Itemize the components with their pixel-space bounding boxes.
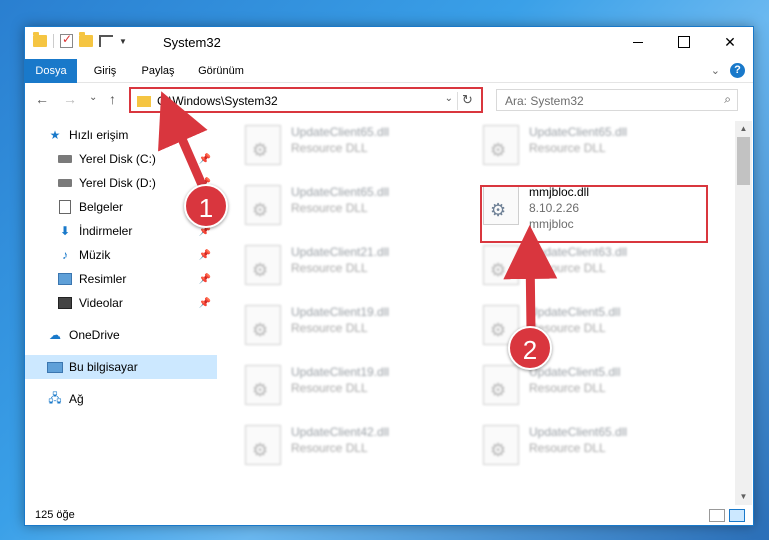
explorer-window: ▼ System32 ✕ Dosya Giriş Paylaş Görünüm … xyxy=(24,26,754,526)
file-item[interactable]: UpdateClient5.dll Resource DLL xyxy=(483,361,703,411)
file-item[interactable]: UpdateClient19.dll Resource DLL xyxy=(245,301,465,351)
sidebar-item-onedrive[interactable]: ☁ OneDrive xyxy=(25,323,217,347)
folder-icon xyxy=(137,96,151,107)
sidebar-item-videos[interactable]: Videolar 📌 xyxy=(25,291,217,315)
document-icon xyxy=(59,200,71,214)
pin-icon: 📌 xyxy=(198,153,211,165)
navigation-bar: ← → ⌄ ↑ C:\Windows\System32 ⌄ ↻ Ara: Sys… xyxy=(25,85,753,115)
pin-icon: 📌 xyxy=(198,273,211,285)
pin-icon: 📌 xyxy=(198,297,211,309)
file-item[interactable]: UpdateClient65.dll Resource DLL xyxy=(483,421,703,471)
close-icon: ✕ xyxy=(724,33,736,50)
picture-icon xyxy=(58,273,72,285)
navigation-pane: ★ Hızlı erişim Yerel Disk (C:) 📌 Yerel D… xyxy=(25,123,217,503)
dll-file-icon xyxy=(483,365,519,405)
sidebar-item-this-pc[interactable]: Bu bilgisayar xyxy=(25,355,217,379)
window-title: System32 xyxy=(163,35,221,50)
tiles-view-icon[interactable] xyxy=(729,509,745,522)
address-path: C:\Windows\System32 xyxy=(157,94,278,108)
sidebar-item-music[interactable]: ♪ Müzik 📌 xyxy=(25,243,217,267)
dll-file-icon xyxy=(245,365,281,405)
folder-icon xyxy=(33,32,47,47)
file-item[interactable]: UpdateClient65.dll Resource DLL xyxy=(245,121,465,171)
quick-access-toolbar: ▼ xyxy=(33,32,127,48)
status-bar: 125 öğe xyxy=(25,505,753,527)
close-button[interactable]: ✕ xyxy=(707,27,753,57)
dll-file-icon xyxy=(483,425,519,465)
tab-share[interactable]: Paylaş xyxy=(135,59,181,83)
sidebar-item-pictures[interactable]: Resimler 📌 xyxy=(25,267,217,291)
list-icon[interactable] xyxy=(99,35,113,47)
file-item[interactable]: UpdateClient42.dll Resource DLL xyxy=(245,421,465,471)
title-bar: ▼ System32 ✕ xyxy=(25,27,753,59)
ribbon: Dosya Giriş Paylaş Görünüm ⌄ ? xyxy=(25,59,753,83)
network-icon: 🖧 xyxy=(48,390,62,405)
dll-file-icon xyxy=(483,245,519,285)
maximize-button[interactable] xyxy=(661,27,707,57)
cloud-icon: ☁ xyxy=(49,328,61,342)
star-icon: ★ xyxy=(49,128,61,142)
disk-icon xyxy=(58,155,72,163)
tab-view[interactable]: Görünüm xyxy=(193,59,249,83)
recent-locations-button[interactable]: ⌄ xyxy=(89,92,97,103)
address-bar[interactable]: C:\Windows\System32 ⌄ ↻ xyxy=(129,87,483,113)
search-input[interactable]: Ara: System32 ⌕ xyxy=(496,89,738,111)
step-badge-1: 1 xyxy=(184,184,228,228)
computer-icon xyxy=(47,361,63,373)
chevron-down-icon[interactable]: ▼ xyxy=(119,37,127,46)
details-view-icon[interactable] xyxy=(709,509,725,522)
scroll-up-icon[interactable]: ▲ xyxy=(735,121,752,137)
dll-file-icon xyxy=(245,305,281,345)
file-highlight-box xyxy=(480,185,708,243)
minimize-button[interactable] xyxy=(615,27,661,57)
disk-icon xyxy=(58,179,72,187)
properties-icon[interactable] xyxy=(60,32,73,48)
music-icon: ♪ xyxy=(62,248,68,262)
tab-home[interactable]: Giriş xyxy=(85,59,125,83)
file-item[interactable]: UpdateClient19.dll Resource DLL xyxy=(245,361,465,411)
file-list: UpdateClient65.dll Resource DLL UpdateCl… xyxy=(225,117,735,505)
dll-file-icon xyxy=(483,125,519,165)
search-placeholder: Ara: System32 xyxy=(505,94,584,108)
search-icon: ⌕ xyxy=(724,92,731,106)
sidebar-item-disk-c[interactable]: Yerel Disk (C:) 📌 xyxy=(25,147,217,171)
scroll-down-icon[interactable]: ▼ xyxy=(735,489,752,505)
dll-file-icon xyxy=(245,185,281,225)
help-icon[interactable]: ? xyxy=(730,63,745,78)
sidebar-item-quick-access[interactable]: ★ Hızlı erişim xyxy=(25,123,217,147)
video-icon xyxy=(58,297,72,309)
forward-button[interactable]: → xyxy=(63,91,77,107)
file-item[interactable]: UpdateClient63.dll Resource DLL xyxy=(483,241,703,291)
download-icon: ⬇ xyxy=(59,224,71,238)
file-item[interactable]: UpdateClient21.dll Resource DLL xyxy=(245,241,465,291)
new-folder-icon[interactable] xyxy=(79,32,93,47)
vertical-scrollbar[interactable]: ▲ ▼ xyxy=(735,121,752,505)
dll-file-icon xyxy=(245,125,281,165)
sidebar-item-network[interactable]: 🖧 Ağ xyxy=(25,387,217,411)
chevron-down-icon[interactable]: ⌄ xyxy=(445,93,453,104)
tab-file[interactable]: Dosya xyxy=(25,59,77,83)
back-button[interactable]: ← xyxy=(35,91,49,107)
file-item[interactable]: UpdateClient65.dll Resource DLL xyxy=(483,121,703,171)
pin-icon: 📌 xyxy=(198,249,211,261)
dll-file-icon xyxy=(245,425,281,465)
item-count: 125 öğe xyxy=(35,509,75,521)
sidebar-item-downloads[interactable]: ⬇ İndirmeler 📌 xyxy=(25,219,217,243)
up-button[interactable]: ↑ xyxy=(109,91,116,107)
step-badge-2: 2 xyxy=(508,326,552,370)
file-item[interactable]: UpdateClient65.dll Resource DLL xyxy=(245,181,465,231)
refresh-button[interactable]: ↻ xyxy=(457,92,477,110)
scroll-thumb[interactable] xyxy=(737,137,750,185)
expand-ribbon-icon[interactable]: ⌄ xyxy=(711,64,720,77)
dll-file-icon xyxy=(245,245,281,285)
